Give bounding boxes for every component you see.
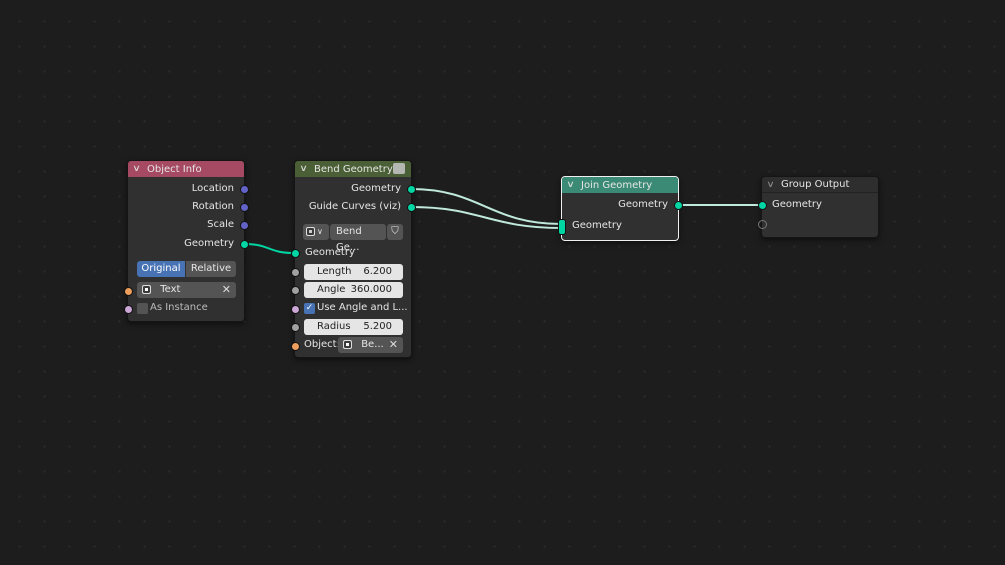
group-output-node[interactable]: ∨ Group Output Geometry (758, 176, 879, 238)
object-field-value: Text (160, 284, 181, 295)
chevron-down-icon[interactable]: ∨ (132, 164, 148, 174)
clear-x-icon[interactable]: ✕ (222, 282, 231, 298)
bend-object-value: Be... (361, 339, 384, 350)
chevron-down-icon: ∨ (317, 227, 323, 236)
guide-curves-output-socket[interactable] (407, 203, 416, 212)
output-guide-curves-label: Guide Curves (viz) (308, 201, 401, 212)
object-icon (343, 339, 352, 349)
output-geometry-label: Geometry (184, 238, 234, 249)
node-group-icon (393, 163, 405, 174)
use-angle-socket[interactable] (291, 305, 300, 314)
node-title: Object Info (147, 163, 202, 175)
bend-geometry-node[interactable]: ∨ Bend Geometry Geometry Guide Curves (v… (291, 160, 416, 358)
use-angle-label: Use Angle and L... (317, 302, 408, 313)
join-geometry-node[interactable]: ∨ Join Geometry Geometry Geometry (558, 176, 683, 241)
input-geometry-label: Geometry (772, 199, 822, 210)
link-guide-curves-to-join[interactable] (410, 206, 562, 229)
object-info-header[interactable]: ∨ Object Info (128, 161, 244, 177)
geometry-output-socket[interactable] (674, 201, 683, 210)
radius-label: Radius (317, 321, 351, 332)
bend-object-socket[interactable] (291, 342, 300, 351)
chevron-down-icon[interactable]: ∨ (566, 180, 582, 190)
output-rotation-label: Rotation (192, 201, 234, 212)
use-angle-checkbox[interactable]: ✓ (304, 303, 315, 314)
join-geometry-header[interactable]: ∨ Join Geometry (562, 177, 678, 193)
radius-field[interactable]: Radius 5.200 (304, 319, 403, 335)
location-socket[interactable] (240, 185, 249, 194)
input-geometry-label: Geometry (305, 247, 355, 258)
node-title: Join Geometry (581, 179, 653, 191)
object-info-node[interactable]: ∨ Object Info Location Rotation Scale Ge… (124, 160, 249, 322)
empty-input-socket[interactable] (758, 220, 767, 229)
length-label: Length (317, 266, 352, 277)
bend-geometry-header[interactable]: ∨ Bend Geometry (295, 161, 411, 177)
length-value: 6.200 (363, 266, 392, 277)
chevron-down-icon[interactable]: ∨ (299, 164, 315, 174)
scale-socket[interactable] (240, 221, 249, 230)
as-instance-label: As Instance (150, 302, 208, 313)
geometry-input-socket[interactable] (758, 201, 767, 210)
output-scale-label: Scale (207, 219, 234, 230)
angle-value: 360.000 (350, 284, 392, 295)
object-input-label: Object: (304, 339, 340, 350)
geometry-output-socket[interactable] (240, 240, 249, 249)
bend-object-field[interactable]: Be... ✕ (338, 337, 403, 353)
radius-socket[interactable] (291, 323, 300, 332)
output-geometry-label: Geometry (618, 199, 668, 210)
as-instance-checkbox[interactable] (137, 303, 148, 314)
clear-x-icon[interactable]: ✕ (389, 337, 398, 353)
length-socket[interactable] (291, 268, 300, 277)
object-icon (142, 284, 151, 294)
geometry-output-socket[interactable] (407, 185, 416, 194)
node-tree-icon (306, 226, 315, 236)
radius-value: 5.200 (363, 321, 392, 332)
angle-label: Angle (317, 284, 346, 295)
chevron-down-icon[interactable]: ∨ (766, 180, 782, 190)
geometry-input-socket[interactable] (291, 249, 300, 258)
group-selector[interactable]: Bend Ge... (330, 224, 386, 253)
output-geometry-label: Geometry (351, 183, 401, 194)
rotation-socket[interactable] (240, 203, 249, 212)
group-output-header[interactable]: ∨ Group Output (762, 177, 878, 193)
output-location-label: Location (191, 183, 234, 194)
object-input-socket[interactable] (124, 287, 133, 296)
original-toggle[interactable]: Original (137, 261, 185, 277)
as-instance-socket[interactable] (124, 305, 133, 314)
node-title: Group Output (781, 179, 850, 190)
input-geometry-label: Geometry (572, 220, 622, 231)
length-field[interactable]: Length 6.200 (304, 264, 403, 280)
node-title: Bend Geometry (314, 163, 393, 175)
link-bend-geometry-to-join[interactable] (410, 188, 562, 225)
group-type-dropdown[interactable]: ∨ (303, 224, 329, 240)
object-field[interactable]: Text ✕ (137, 282, 236, 298)
angle-field[interactable]: Angle 360.000 (304, 282, 403, 298)
fake-user-shield-icon[interactable]: ⛉ (387, 224, 403, 240)
angle-socket[interactable] (291, 286, 300, 295)
relative-toggle[interactable]: Relative (186, 261, 236, 277)
geometry-multi-input-socket[interactable] (558, 219, 566, 235)
link-info-to-bend[interactable] (243, 243, 295, 254)
